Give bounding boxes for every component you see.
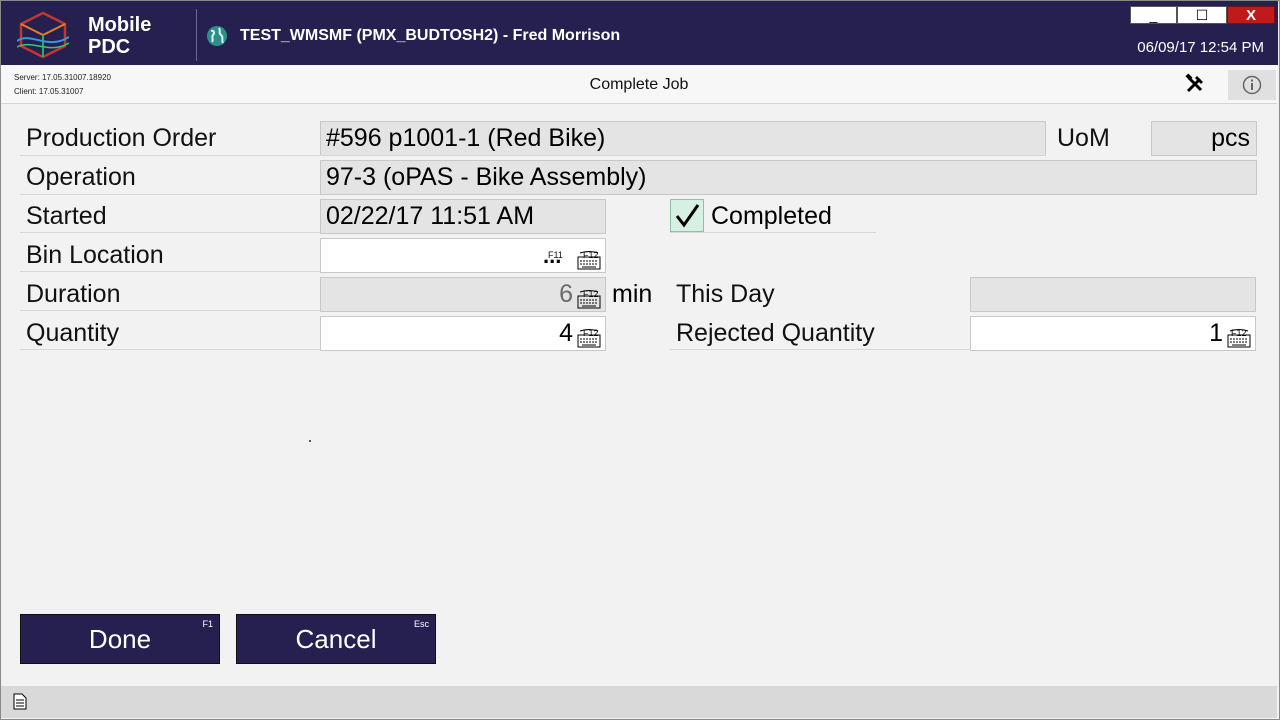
keyboard-icon[interactable]: [576, 288, 602, 310]
operation-field: 97-3 (oPAS - Bike Assembly): [320, 160, 1257, 195]
window-frame: [0, 0, 1280, 720]
completed-checkbox[interactable]: [670, 199, 704, 232]
browse-ellipsis[interactable]: ...: [543, 242, 561, 270]
done-button-label: Done: [88, 623, 152, 654]
tools-icon[interactable]: [1184, 73, 1206, 95]
rejected-quantity-label: Rejected Quantity: [676, 319, 875, 347]
minimize-button[interactable]: _: [1130, 6, 1177, 24]
app-logo-icon: [17, 11, 69, 59]
keyboard-icon[interactable]: [1226, 327, 1252, 349]
title-divider: [196, 9, 197, 61]
maximize-button[interactable]: ☐: [1177, 6, 1227, 24]
row-divider: [20, 271, 320, 272]
uom-label: UoM: [1057, 124, 1110, 152]
info-icon: [1242, 75, 1262, 95]
this-day-label: This Day: [676, 280, 775, 308]
started-value: 02/22/17 11:51 AM: [326, 202, 535, 230]
quantity-label: Quantity: [26, 319, 120, 347]
row-divider: [670, 349, 970, 350]
completed-label: Completed: [711, 202, 832, 230]
uom-value: pcs: [1211, 124, 1250, 152]
cancel-button[interactable]: Cancel Esc: [236, 614, 436, 664]
duration-label: Duration: [26, 280, 121, 308]
status-bar: [1, 686, 1277, 718]
brand-line-1: Mobile: [88, 14, 152, 36]
operation-label: Operation: [26, 163, 136, 191]
close-button[interactable]: X: [1227, 6, 1275, 24]
duration-field: 6 F12: [320, 277, 606, 312]
stray-dot: [309, 440, 311, 442]
row-divider: [20, 349, 320, 350]
window-title: TEST_WMSMF (PMX_BUDTOSH2) - Fred Morriso…: [240, 27, 621, 44]
cancel-shortcut: Esc: [413, 619, 429, 629]
duration-unit: min: [612, 280, 653, 308]
row-divider: [20, 155, 1046, 156]
done-button[interactable]: Done F1: [20, 614, 220, 664]
row-divider: [670, 232, 876, 233]
bin-location-label: Bin Location: [26, 241, 164, 269]
info-button[interactable]: [1228, 70, 1276, 100]
duration-value: 6: [559, 280, 573, 308]
done-shortcut: F1: [202, 619, 213, 629]
page-title: Complete Job: [589, 76, 689, 93]
row-divider: [20, 194, 320, 195]
app-brand: Mobile PDC: [88, 14, 151, 58]
checkmark-icon: [675, 204, 700, 228]
row-divider: [20, 310, 320, 311]
rejected-quantity-value: 1: [1209, 319, 1223, 347]
globe-icon: [207, 26, 227, 46]
document-icon[interactable]: [13, 693, 27, 710]
production-order-field: #596 p1001-1 (Red Bike): [320, 121, 1046, 156]
title-bar: Mobile PDC TEST_WMSMF (PMX_BUDTOSH2) - F…: [1, 1, 1278, 65]
row-divider: [20, 232, 320, 233]
operation-value: 97-3 (oPAS - Bike Assembly): [326, 163, 647, 191]
brand-line-2: PDC: [88, 36, 131, 58]
production-order-label: Production Order: [26, 124, 217, 152]
quantity-value: 4: [559, 319, 573, 347]
this-day-field: [970, 277, 1256, 312]
uom-field: pcs: [1151, 121, 1257, 156]
keyboard-icon[interactable]: [576, 249, 602, 271]
started-label: Started: [26, 202, 107, 230]
cancel-button-label: Cancel: [295, 623, 377, 654]
keyboard-icon[interactable]: [576, 327, 602, 349]
production-order-value: #596 p1001-1 (Red Bike): [326, 124, 606, 152]
rejected-quantity-input[interactable]: 1 F12: [970, 316, 1256, 351]
bin-location-input[interactable]: F11 ... F12: [320, 238, 606, 273]
datetime: 06/09/17 12:54 PM: [1137, 39, 1264, 56]
sub-header: Server: 17.05.31007.18920 Client: 17.05.…: [1, 65, 1277, 104]
quantity-input[interactable]: 4 F12: [320, 316, 606, 351]
started-field: 02/22/17 11:51 AM: [320, 199, 606, 234]
